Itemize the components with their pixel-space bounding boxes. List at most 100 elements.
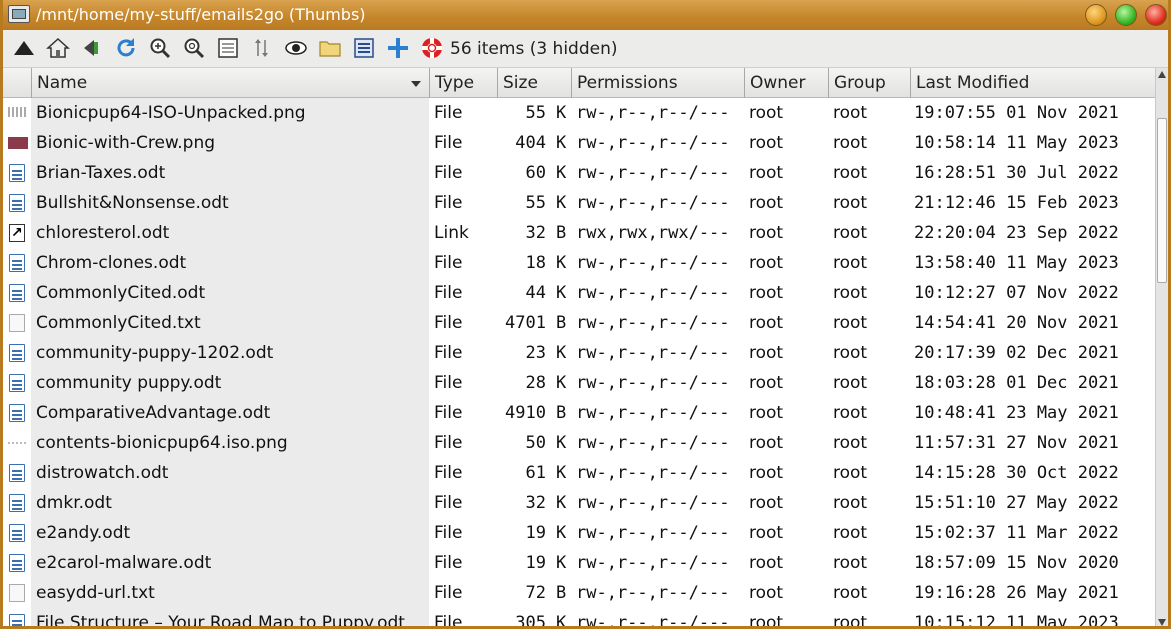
file-size: 72 (525, 583, 546, 603)
column-type[interactable]: Type (429, 68, 497, 98)
file-name: Bullshit&Nonsense.odt (36, 193, 229, 213)
file-size: 19 (525, 523, 546, 543)
file-owner: root (749, 103, 784, 123)
close-button[interactable] (1145, 4, 1167, 26)
file-group: root (833, 253, 868, 273)
file-modified: 13:58:40 11 May 2023 (914, 253, 1119, 273)
file-row[interactable]: Bionicpup64-ISO-Unpacked.png File 55 Krw-,r… (3, 98, 1155, 128)
file-permissions: rw-,r--,r--/--- (576, 103, 730, 123)
refresh-icon[interactable] (113, 35, 139, 61)
file-size: 50 (525, 433, 546, 453)
file-modified: 22:20:04 23 Sep 2022 (914, 223, 1119, 243)
file-row[interactable]: File Structure – Your Road Map to Puppy.… (3, 608, 1155, 629)
column-permissions[interactable]: Permissions (571, 68, 744, 98)
file-modified: 14:54:41 20 Nov 2021 (914, 313, 1119, 333)
column-name[interactable]: Name (31, 68, 429, 98)
file-group: root (833, 433, 868, 453)
file-type: File (434, 463, 463, 483)
file-row[interactable]: Chrom-clones.odt File 18 Krw-,r--,r--/--- ro… (3, 248, 1155, 278)
scroll-down-icon[interactable] (1158, 619, 1166, 626)
document-icon (9, 194, 25, 212)
file-owner: root (749, 253, 784, 273)
file-row[interactable]: CommonlyCited.txt File 4701 Brw-,r--,r--/--… (3, 308, 1155, 338)
file-type: File (434, 163, 463, 183)
file-group: root (833, 613, 868, 629)
file-group: root (833, 553, 868, 573)
column-owner[interactable]: Owner (744, 68, 828, 98)
list-view-icon[interactable] (351, 35, 377, 61)
file-name: dmkr.odt (36, 493, 112, 513)
zoom-in-icon[interactable] (147, 35, 173, 61)
app-icon[interactable] (8, 5, 30, 23)
file-row[interactable]: Brian-Taxes.odt File 60 Krw-,r--,r--/--- roo… (3, 158, 1155, 188)
file-permissions: rw-,r--,r--/--- (576, 163, 730, 183)
file-row[interactable]: e2carol-malware.odt File 19 Krw-,r--,r--/--… (3, 548, 1155, 578)
file-group: root (833, 103, 868, 123)
file-row[interactable]: Bionic-with-Crew.png File 404 Krw-,r--,r--/… (3, 128, 1155, 158)
file-type: File (434, 553, 463, 573)
item-count-status: 56 items (3 hidden) (450, 39, 618, 59)
details-view-icon[interactable] (215, 35, 241, 61)
file-list[interactable]: Name Type Size Permissions Owner Group L… (3, 68, 1168, 629)
file-permissions: rw-,r--,r--/--- (576, 433, 730, 453)
file-row[interactable]: e2andy.odt File 19 Krw-,r--,r--/--- root root… (3, 518, 1155, 548)
text-file-icon (9, 314, 25, 332)
file-row[interactable]: community-puppy-1202.odt File 23 Krw-,r--,r… (3, 338, 1155, 368)
window-title: /mnt/home/my-stuff/emails2go (Thumbs) (36, 5, 366, 24)
title-bar[interactable]: /mnt/home/my-stuff/emails2go (Thumbs) (3, 0, 1168, 30)
file-rows: Bionicpup64-ISO-Unpacked.png File 55 Krw-,r… (3, 98, 1155, 629)
scrollbar-thumb[interactable] (1157, 118, 1167, 283)
file-size-unit: K (556, 613, 567, 629)
file-permissions: rw-,r--,r--/--- (576, 193, 730, 213)
file-size: 55 (525, 103, 546, 123)
up-icon[interactable] (11, 35, 37, 61)
file-owner: root (749, 523, 784, 543)
file-permissions: rw-,r--,r--/--- (576, 613, 730, 629)
file-owner: root (749, 193, 784, 213)
file-type: File (434, 133, 463, 153)
file-row[interactable]: distrowatch.odt File 61 Krw-,r--,r--/--- roo… (3, 458, 1155, 488)
sort-icon[interactable] (249, 35, 275, 61)
minimize-button[interactable] (1085, 4, 1107, 26)
file-modified: 15:02:37 11 Mar 2022 (914, 523, 1119, 543)
file-group: root (833, 493, 868, 513)
file-row[interactable]: dmkr.odt File 32 Krw-,r--,r--/--- root root 15… (3, 488, 1155, 518)
zoom-out-icon[interactable] (181, 35, 207, 61)
column-last-modified[interactable]: Last Modified (910, 68, 1155, 98)
file-size: 305 (515, 613, 546, 629)
file-size-unit: K (556, 343, 567, 363)
file-modified: 10:12:27 07 Nov 2022 (914, 283, 1119, 303)
maximize-button[interactable] (1115, 4, 1137, 26)
file-row[interactable]: Bullshit&Nonsense.odt File 55 Krw-,r--,r--/… (3, 188, 1155, 218)
file-size-unit: K (556, 193, 567, 213)
file-row[interactable]: ComparativeAdvantage.odt File 4910 Brw-,r--… (3, 398, 1155, 428)
file-type: File (434, 343, 463, 363)
file-size: 28 (525, 373, 546, 393)
file-row[interactable]: CommonlyCited.odt File 44 Krw-,r--,r--/--- r… (3, 278, 1155, 308)
file-name: File Structure – Your Road Map to Puppy.… (36, 613, 405, 629)
help-icon[interactable] (419, 35, 445, 61)
file-size-unit: K (556, 373, 567, 393)
column-group[interactable]: Group (828, 68, 910, 98)
file-size: 55 (525, 193, 546, 213)
show-hidden-icon[interactable] (283, 35, 309, 61)
column-type-label: Type (435, 73, 475, 93)
file-size: 19 (525, 553, 546, 573)
file-row[interactable]: chloresterol.odt Link 32 Brwx,rwx,rwx/--- ro… (3, 218, 1155, 248)
column-last-modified-label: Last Modified (916, 73, 1030, 93)
column-size[interactable]: Size (497, 68, 571, 98)
file-permissions: rw-,r--,r--/--- (576, 253, 730, 273)
vertical-scrollbar[interactable] (1155, 68, 1168, 626)
file-group: root (833, 163, 868, 183)
file-row[interactable]: community puppy.odt File 28 Krw-,r--,r--/--… (3, 368, 1155, 398)
scroll-up-icon[interactable] (1158, 71, 1166, 78)
file-row[interactable]: easydd-url.txt File 72 Brw-,r--,r--/--- root… (3, 578, 1155, 608)
document-icon (9, 524, 25, 542)
home-icon[interactable] (45, 35, 71, 61)
new-folder-icon[interactable] (317, 35, 343, 61)
add-icon[interactable] (385, 35, 411, 61)
file-row[interactable]: contents-bionicpup64.iso.png File 50 Krw-,r… (3, 428, 1155, 458)
file-type: File (434, 373, 463, 393)
file-size: 23 (525, 343, 546, 363)
back-icon[interactable] (79, 35, 105, 61)
